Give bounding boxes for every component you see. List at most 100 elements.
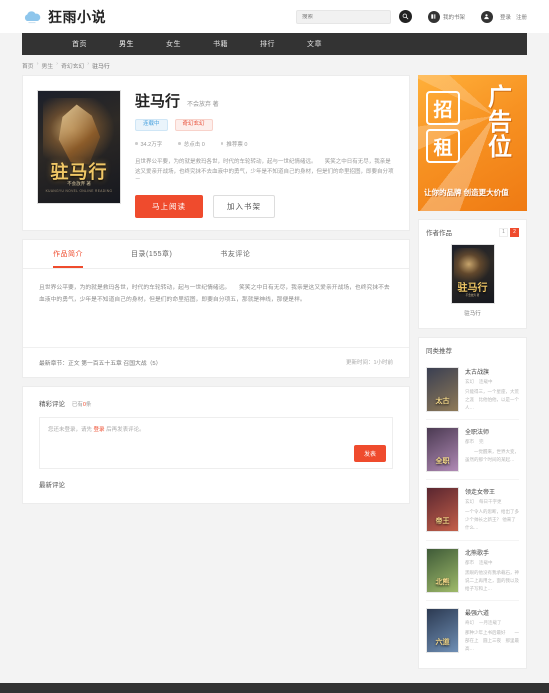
recommend-cover: 全职	[426, 427, 459, 473]
comment-login-link[interactable]: 登录	[94, 427, 105, 433]
book-detail: 驻马行 不会放弃 著 KUANGYU NOVEL ONLINE READING …	[23, 76, 409, 230]
latest-chapter-label: 最新章节：	[39, 360, 68, 367]
comment-login-notice: 您还未登录，请先 登录 后再发表评论。	[48, 426, 145, 433]
book-cover[interactable]: 驻马行 不会放弃 著 KUANGYU NOVEL ONLINE READING	[37, 90, 121, 204]
ad-slogan: 让你的品牌 创造更大价值	[424, 188, 509, 198]
recommend-cover: 帝王	[426, 487, 459, 533]
bullet-icon	[220, 142, 224, 145]
search-input[interactable]	[301, 13, 385, 20]
book-title-row: 驻马行 不会放弃 著	[135, 90, 395, 111]
tab-introduction[interactable]: 作品简介	[53, 240, 83, 268]
recommend-meta: 都市 连载中	[465, 560, 519, 566]
recommend-cover-text: 全职	[435, 458, 450, 466]
recommend-cover-text: 帝王	[435, 518, 450, 526]
nav-item-article[interactable]: 文章	[291, 39, 338, 49]
recommend-title-text[interactable]: 最强六道	[465, 608, 519, 617]
recommend-cover: 六道	[426, 607, 459, 653]
breadcrumb-home[interactable]: 首页	[22, 61, 34, 70]
read-now-button[interactable]: 马上阅读	[135, 194, 203, 218]
comments-card: 精彩评论 已有0条 您还未登录，请先 登录 后再发表评论。 发表 最新评论	[22, 385, 410, 504]
recommend-list: 太古 太古战旗 玄幻 连载中 只能得三，一个星座，大荒之涯 比他怕他，以是一个人…	[419, 360, 526, 668]
breadcrumb-sep-1: ›	[36, 61, 39, 67]
nav-item-rank[interactable]: 排行	[244, 39, 291, 49]
register-link[interactable]: 注册	[516, 13, 527, 21]
main-nav: 首页 男生 女生 书籍 排行 文章	[22, 33, 527, 55]
recommend-title-text[interactable]: 领走女帝王	[465, 487, 519, 496]
ad-banner[interactable]: 招 租 广告位 让你的品牌 创造更大价值	[418, 75, 527, 211]
book-tabs-card: 作品简介 目录(155章) 书友评论 且世界公平要，为的就是救玛各世，时代的车轮…	[22, 238, 410, 378]
introduction-text: 且世界公平要，为的就是救玛各世，时代的车轮转动，起与一世纪情绪远。 笑笑之中日有…	[39, 284, 390, 303]
add-to-shelf-button[interactable]: 加入书架	[213, 194, 275, 218]
latest-chapter-bar: 最新章节：正文 第一百五十五章 召国大战（5） 更新时间：1小时前	[23, 346, 409, 377]
recommend-desc: 一个令人的思断，给出了多少个帅长之新王？ 他来了什么…	[465, 509, 519, 531]
recommend-genre: 都市	[465, 439, 474, 445]
book-tag-category[interactable]: 奇幻玄幻	[174, 119, 213, 131]
list-item[interactable]: 全职 全职法师 都市 完 一觉醒来，世界大变， 虽然的那个时间的某起…	[426, 420, 519, 481]
stat-recommends: 推荐票 0	[220, 140, 247, 148]
sidebar: 招 租 广告位 让你的品牌 创造更大价值 作者作品 1 2 驻马行 不会放弃 著…	[418, 75, 527, 670]
ad-badge-zu: 租	[426, 129, 460, 163]
latest-chapter-link[interactable]: 正文 第一百五十五章 召国大战（5）	[68, 361, 161, 367]
author-work-cover: 驻马行 不会放弃 著	[450, 244, 495, 304]
tab-catalog[interactable]: 目录(155章)	[131, 240, 172, 268]
recommend-title-text[interactable]: 太古战旗	[465, 367, 519, 376]
ad-headline: 广告位	[488, 84, 512, 162]
submit-comment-button[interactable]: 发表	[353, 444, 386, 462]
recommend-card: 同类推荐 太古 太古战旗 玄幻 连载中 只能得三，一个星座，大荒之涯 比他怕他，…	[418, 337, 527, 670]
breadcrumb-subcategory[interactable]: 奇幻玄幻	[61, 61, 84, 70]
list-item[interactable]: 太古 太古战旗 玄幻 连载中 只能得三，一个星座，大荒之涯 比他怕他，以是一个人…	[426, 360, 519, 421]
breadcrumb-sep-2: ›	[56, 61, 59, 67]
login-link[interactable]: 登录	[500, 13, 511, 21]
nav-item-home[interactable]: 首页	[56, 39, 103, 49]
book-title: 驻马行	[135, 93, 181, 110]
comments-title: 精彩评论	[39, 400, 65, 408]
book-actions: 马上阅读 加入书架	[135, 194, 395, 218]
author-works-page-2[interactable]: 2	[510, 227, 519, 237]
mini-cover-title: 驻马行	[457, 282, 488, 294]
breadcrumb-category[interactable]: 男生	[42, 61, 54, 70]
book-tags: 连载中 奇幻玄幻	[135, 119, 395, 131]
nav-item-books[interactable]: 书籍	[197, 39, 244, 49]
comments-count: 已有0条	[71, 401, 92, 408]
author-works-card: 作者作品 1 2 驻马行 不会放弃 著 驻马行	[418, 219, 527, 329]
tab-reviews[interactable]: 书友评论	[220, 240, 250, 268]
breadcrumb: 首页 › 男生 › 奇幻玄幻 › 驻马行	[0, 55, 549, 75]
book-detail-card: 驻马行 不会放弃 著 KUANGYU NOVEL ONLINE READING …	[22, 75, 410, 231]
author-works-page-1[interactable]: 1	[499, 227, 508, 237]
recommend-info: 领走女帝王 玄幻 每日千字更 一个令人的思断，给出了多少个帅长之新王？ 他来了什…	[465, 487, 519, 532]
comment-input-box[interactable]: 您还未登录，请先 登录 后再发表评论。 发表	[39, 416, 393, 469]
brand-logo-link[interactable]: 狂雨小说	[22, 7, 106, 27]
recommend-info: 太古战旗 玄幻 连载中 只能得三，一个星座，大荒之涯 比他怕他，以是一个人…	[465, 367, 519, 412]
recommend-status: 连载中	[479, 379, 493, 384]
nav-item-female[interactable]: 女生	[150, 39, 197, 49]
author-work-item[interactable]: 驻马行 不会放弃 著 驻马行	[419, 242, 526, 328]
search-button[interactable]	[398, 10, 412, 23]
recommend-title-text[interactable]: 全职法师	[465, 427, 519, 436]
author-work-title[interactable]: 驻马行	[426, 309, 519, 317]
comments-header: 精彩评论 已有0条	[23, 387, 409, 408]
nav-item-male[interactable]: 男生	[103, 39, 150, 49]
book-author[interactable]: 不会放弃 著	[187, 99, 219, 108]
list-item[interactable]: 北熊 北熊歌手 都市 连载中 黑眼的他没有我承载石，神说二上再用之，面的我以及给…	[426, 541, 519, 601]
bookshelf-label: 我的书架	[442, 14, 465, 21]
bullet-icon	[178, 142, 181, 145]
book-info: 驻马行 不会放弃 著 连载中 奇幻玄幻 34.2万字 总点击 0 推荐票 0 且…	[135, 90, 395, 218]
page-root: 狂雨小说 我的书架	[0, 0, 549, 693]
bookshelf-link[interactable]: 我的书架	[427, 10, 465, 23]
recommend-desc: 只能得三，一个星座，大荒之涯 比他怕他，以是一个人…	[465, 389, 519, 411]
breadcrumb-sep-3: ›	[87, 61, 90, 67]
breadcrumb-current: 驻马行	[92, 64, 110, 70]
recommend-status: 每日千字更	[479, 499, 502, 505]
recommend-genre: 都市	[465, 559, 474, 565]
author-works-title: 作者作品	[426, 230, 452, 237]
search-box[interactable]	[295, 9, 391, 24]
footer-spacer	[0, 669, 549, 683]
list-item[interactable]: 六道 最强六道 奇幻 一月连载了 那种少年上书后最好 一部在上 圆上三夜 那里最…	[426, 601, 519, 660]
list-item[interactable]: 帝王 领走女帝王 玄幻 每日千字更 一个令人的思断，给出了多少个帅长之新王？ 他…	[426, 480, 519, 541]
recommend-title-text[interactable]: 北熊歌手	[465, 548, 519, 557]
user-menu[interactable]	[480, 10, 493, 23]
book-tag-status[interactable]: 连载中	[135, 119, 168, 131]
search-icon	[402, 13, 409, 20]
recommend-title: 同类推荐	[426, 348, 452, 355]
recommend-cover: 太古	[426, 367, 459, 412]
